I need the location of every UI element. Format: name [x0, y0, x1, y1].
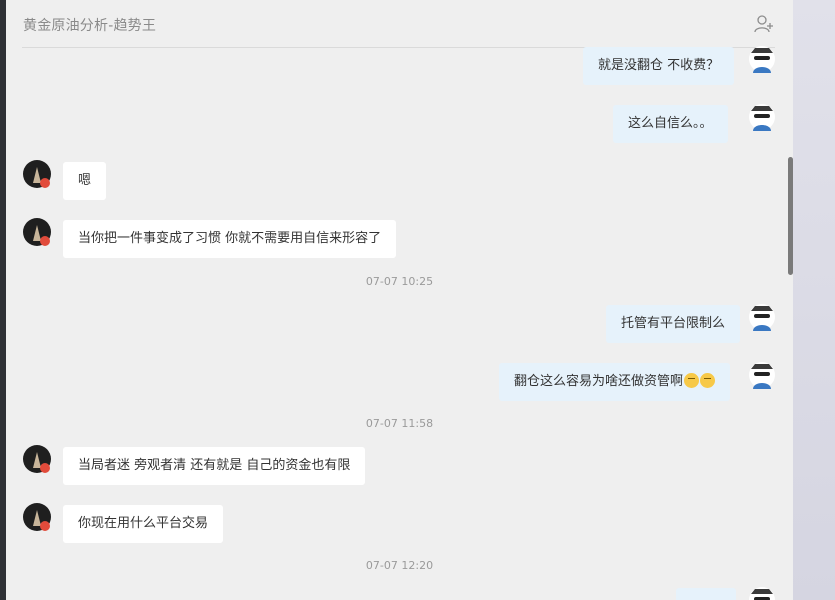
chat-scrollbar[interactable] [788, 157, 793, 275]
contact-avatar[interactable] [22, 444, 52, 474]
timestamp-divider: 07-07 11:58 [365, 417, 434, 430]
red-badge [40, 236, 50, 246]
self-avatar[interactable] [747, 101, 777, 131]
self-avatar[interactable] [747, 359, 777, 389]
message-bubble-outgoing: 这么自信么。。 [613, 105, 728, 143]
chat-title: 黄金原油分析-趋势王 [23, 18, 157, 34]
self-avatar[interactable] [747, 301, 777, 331]
grinning-sweat-emoji-icon [700, 373, 716, 388]
message-bubble-outgoing: 翻仓这么容易为啥还做资管啊 [499, 363, 731, 401]
self-avatar[interactable] [747, 43, 777, 73]
message-bubble-outgoing: 托管有平台限制么 [606, 305, 741, 343]
message-bubble-incoming: 当你把一件事变成了习惯 你就不需要用自信来形容了 [63, 220, 397, 258]
chat-header: 黄金原油分析-趋势王 [22, 0, 775, 48]
contact-avatar[interactable] [22, 217, 52, 247]
self-avatar[interactable] [747, 584, 777, 600]
message-bubble-outgoing: 就是没翻仓 不收费？ [583, 47, 735, 85]
grinning-sweat-emoji-icon [684, 373, 700, 388]
contact-avatar[interactable] [22, 159, 52, 189]
red-badge [40, 521, 50, 531]
message-bubble-outgoing-partial [676, 588, 736, 600]
contact-avatar[interactable] [22, 502, 52, 532]
message-bubble-incoming: 你现在用什么平台交易 [63, 505, 224, 543]
window-right-background [793, 0, 835, 600]
message-bubble-incoming: 当局者迷 旁观者清 还有就是 自己的资金也有限 [63, 447, 366, 485]
add-member-icon[interactable] [753, 14, 775, 34]
message-bubble-incoming: 嗯 [63, 162, 107, 200]
timestamp-divider: 07-07 10:25 [365, 275, 434, 288]
timestamp-divider: 07-07 12:20 [365, 559, 434, 572]
chat-panel: 黄金原油分析-趋势王 就是没翻仓 不收费？ 这么自信么。。 嗯 当你把一件事变成… [6, 0, 793, 600]
message-text: 翻仓这么容易为啥还做资管啊 [514, 374, 684, 389]
red-badge [40, 178, 50, 188]
red-badge [40, 463, 50, 473]
